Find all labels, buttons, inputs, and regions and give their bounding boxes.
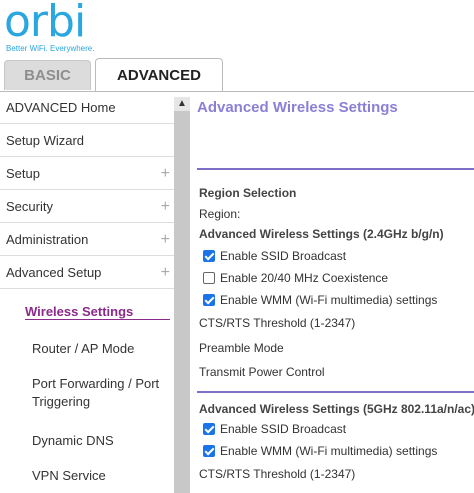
- section-divider: [197, 391, 474, 393]
- sidebar-item-label: ADVANCED Home: [6, 100, 116, 115]
- sidebar-item-administration[interactable]: Administration +: [0, 224, 174, 256]
- sidebar-item-label: Administration: [6, 232, 89, 247]
- tab-advanced[interactable]: ADVANCED: [95, 58, 223, 92]
- wmm-24-checkbox[interactable]: [203, 294, 215, 306]
- chevron-up-icon[interactable]: ▲: [174, 97, 190, 111]
- main-content: Advanced Wireless Settings Region Select…: [190, 92, 474, 493]
- sidebar-item-label: Setup: [6, 166, 40, 181]
- sidebar-item-label: Security: [6, 199, 53, 214]
- sidebar-item-security[interactable]: Security +: [0, 191, 174, 223]
- section-24ghz-heading: Advanced Wireless Settings (2.4GHz b/g/n…: [199, 227, 444, 241]
- plus-icon: +: [160, 231, 170, 248]
- page-title: Advanced Wireless Settings: [197, 99, 398, 116]
- region-heading: Region Selection: [199, 186, 297, 200]
- subnav-vpn-service[interactable]: VPN Service: [32, 467, 172, 485]
- sidebar-item-advanced-setup[interactable]: Advanced Setup +: [0, 257, 174, 289]
- plus-icon: +: [160, 165, 170, 182]
- active-underline: [25, 319, 170, 320]
- logo-tagline: Better WiFi. Everywhere.: [6, 44, 95, 53]
- region-label: Region:: [199, 207, 241, 221]
- cts-rts-24-label: CTS/RTS Threshold (1-2347): [199, 316, 356, 330]
- sidebar-item-label: Setup Wizard: [6, 133, 85, 148]
- logo-wordmark: orbi: [4, 0, 86, 47]
- coexistence-24-checkbox[interactable]: [203, 272, 215, 284]
- checkbox-label: Enable SSID Broadcast: [220, 422, 347, 436]
- transmit-power-label: Transmit Power Control: [199, 365, 325, 379]
- ssid-broadcast-24-checkbox[interactable]: [203, 250, 215, 262]
- wmm-5-checkbox[interactable]: [203, 445, 215, 457]
- subnav-router-ap-mode[interactable]: Router / AP Mode: [32, 340, 172, 358]
- orbi-logo: orbi Better WiFi. Everywhere.: [4, 0, 114, 56]
- title-divider: [197, 168, 474, 170]
- subnav-dynamic-dns[interactable]: Dynamic DNS: [32, 432, 172, 450]
- sidebar-scrollbar[interactable]: ▲: [174, 97, 190, 493]
- cts-rts-5-label: CTS/RTS Threshold (1-2347): [199, 467, 356, 481]
- checkbox-label: Enable WMM (Wi-Fi multimedia) settings: [220, 293, 438, 307]
- preamble-mode-label: Preamble Mode: [199, 341, 284, 355]
- plus-icon: +: [160, 198, 170, 215]
- sidebar-item-label: Advanced Setup: [6, 265, 102, 280]
- checkbox-label: Enable SSID Broadcast: [220, 249, 347, 263]
- sidebar-item-advanced-home[interactable]: ADVANCED Home: [0, 92, 174, 124]
- ssid-broadcast-5-checkbox[interactable]: [203, 423, 215, 435]
- subnav-port-forwarding[interactable]: Port Forwarding / Port Triggering: [32, 375, 172, 411]
- sidebar-item-setup-wizard[interactable]: Setup Wizard: [0, 125, 174, 157]
- plus-icon: +: [160, 264, 170, 281]
- tab-basic[interactable]: BASIC: [4, 60, 91, 90]
- checkbox-label: Enable WMM (Wi-Fi multimedia) settings: [220, 444, 438, 458]
- sidebar-item-setup[interactable]: Setup +: [0, 158, 174, 190]
- checkbox-label: Enable 20/40 MHz Coexistence: [220, 271, 389, 285]
- section-5ghz-heading: Advanced Wireless Settings (5GHz 802.11a…: [199, 402, 474, 416]
